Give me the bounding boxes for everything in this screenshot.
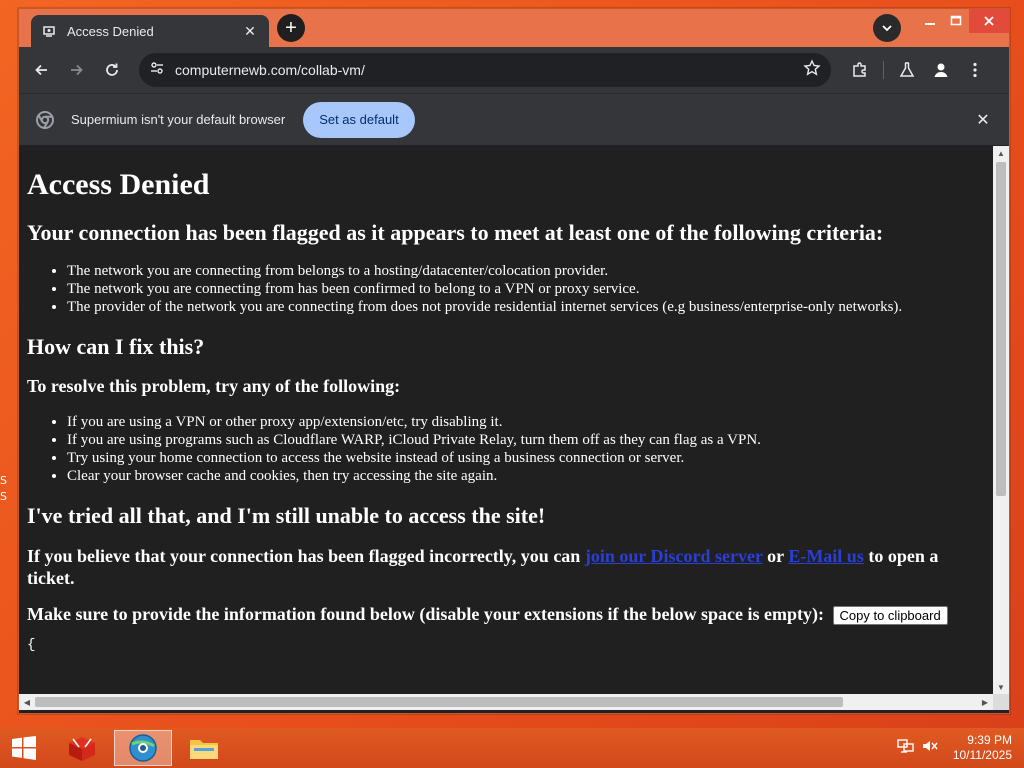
default-browser-infobar: Supermium isn't your default browser Set… xyxy=(19,93,1009,145)
scroll-right-icon[interactable]: ▶ xyxy=(977,694,993,710)
close-icon xyxy=(984,16,994,26)
address-bar[interactable]: computernewb.com/collab-vm/ xyxy=(139,53,831,87)
reload-button[interactable] xyxy=(95,53,129,87)
forward-arrow-icon xyxy=(71,64,83,76)
provide-info-text: Make sure to provide the information fou… xyxy=(27,604,825,624)
flask-icon xyxy=(899,62,915,77)
windows-logo-icon xyxy=(12,736,36,760)
clock-time: 9:39 PM xyxy=(967,733,1012,747)
network-icon[interactable] xyxy=(896,734,916,758)
list-item: Clear your browser cache and cookies, th… xyxy=(67,467,985,485)
browser-toolbar: computernewb.com/collab-vm/ xyxy=(19,47,1009,93)
extensions-button[interactable] xyxy=(843,53,877,87)
browser-app-icon xyxy=(129,734,157,762)
contact-paragraph: If you believe that your connection has … xyxy=(27,545,985,589)
list-item: If you are using programs such as Cloudf… xyxy=(67,431,985,449)
tab-title: Access Denied xyxy=(67,23,154,39)
provide-info-paragraph: Make sure to provide the information fou… xyxy=(27,603,985,626)
toolbar-right xyxy=(843,53,992,87)
still-unable-heading: I've tried all that, and I'm still unabl… xyxy=(27,503,546,528)
system-clock[interactable]: 9:39 PM 10/11/2025 xyxy=(953,733,1012,763)
desktop-edge-text: S xyxy=(0,474,7,487)
taskbar: 9:39 PM 10/11/2025 xyxy=(0,728,1024,768)
horizontal-scroll-thumb[interactable] xyxy=(35,697,843,707)
volume-muted-icon[interactable] xyxy=(920,734,940,758)
red-box-app-icon xyxy=(69,737,95,761)
vertical-scroll-thumb[interactable] xyxy=(996,162,1006,496)
fixes-list: If you are using a VPN or other proxy ap… xyxy=(67,413,985,485)
scrollbar-corner xyxy=(993,694,1009,710)
list-item: Try using your home connection to access… xyxy=(67,449,985,467)
info-json-block: { xyxy=(27,637,36,654)
taskbar-app-browser[interactable] xyxy=(114,730,172,766)
infobar-close-icon[interactable]: ✕ xyxy=(973,110,993,130)
maximize-button[interactable] xyxy=(943,9,969,33)
page-favicon-icon xyxy=(41,23,57,39)
horizontal-scrollbar[interactable]: ◀ ▶ xyxy=(19,694,993,710)
browser-window: Access Denied ✕ + computernewb.com/colla… xyxy=(18,8,1010,714)
taskbar-app-explorer[interactable] xyxy=(178,730,230,766)
list-item: The network you are connecting from has … xyxy=(67,280,985,298)
profile-icon xyxy=(934,63,948,77)
puzzle-icon xyxy=(853,62,866,77)
contact-text-or: or xyxy=(767,546,784,566)
infobar-message: Supermium isn't your default browser xyxy=(71,112,286,127)
fix-heading: How can I fix this? xyxy=(27,334,205,359)
set-as-default-button[interactable]: Set as default xyxy=(303,101,415,138)
site-info-icon[interactable] xyxy=(149,60,165,81)
desktop-edge-text: S xyxy=(0,490,7,503)
labs-button[interactable] xyxy=(890,53,924,87)
email-link[interactable]: E-Mail us xyxy=(788,546,864,566)
maximize-icon xyxy=(950,15,962,26)
start-button[interactable] xyxy=(4,730,44,766)
criteria-list: The network you are connecting from belo… xyxy=(67,262,985,316)
back-arrow-icon xyxy=(35,64,47,76)
back-button[interactable] xyxy=(25,53,59,87)
page-content: Access Denied Your connection has been f… xyxy=(19,146,993,694)
vertical-scrollbar[interactable]: ▲ ▼ xyxy=(993,146,1009,694)
url-text[interactable]: computernewb.com/collab-vm/ xyxy=(175,62,803,78)
scroll-down-icon[interactable]: ▼ xyxy=(993,680,1009,694)
bookmark-star-icon[interactable] xyxy=(803,58,821,82)
clock-date: 10/11/2025 xyxy=(952,748,1012,762)
list-item: The network you are connecting from belo… xyxy=(67,262,985,280)
kebab-menu-icon xyxy=(973,62,977,78)
toolbar-divider xyxy=(883,61,884,79)
discord-link[interactable]: join our Discord server xyxy=(585,546,763,566)
copy-to-clipboard-button[interactable]: Copy to clipboard xyxy=(832,606,948,626)
list-item: The provider of the network you are conn… xyxy=(67,298,985,316)
contact-text-pre: If you believe that your connection has … xyxy=(27,546,581,566)
minimize-icon xyxy=(925,23,935,25)
folder-icon xyxy=(190,740,218,759)
forward-button[interactable] xyxy=(59,53,93,87)
tab-close-icon[interactable]: ✕ xyxy=(241,22,259,40)
chromium-logo-icon xyxy=(35,110,55,130)
profile-button[interactable] xyxy=(924,53,958,87)
scroll-up-icon[interactable]: ▲ xyxy=(993,146,1009,160)
reload-icon xyxy=(106,63,118,76)
tab-access-denied[interactable]: Access Denied ✕ xyxy=(31,15,269,47)
new-tab-button[interactable]: + xyxy=(277,14,305,42)
minimize-button[interactable] xyxy=(917,9,943,33)
menu-button[interactable] xyxy=(958,53,992,87)
taskbar-app-box[interactable] xyxy=(56,730,108,766)
tab-strip: Access Denied ✕ + xyxy=(19,9,1009,47)
resolve-heading: To resolve this problem, try any of the … xyxy=(27,376,401,396)
list-item: If you are using a VPN or other proxy ap… xyxy=(67,413,985,431)
page-title: Access Denied xyxy=(27,168,210,201)
tab-search-button[interactable] xyxy=(873,14,901,42)
chevron-down-icon xyxy=(882,25,892,32)
criteria-heading: Your connection has been flagged as it a… xyxy=(27,220,884,245)
close-window-button[interactable] xyxy=(969,9,1009,33)
scroll-left-icon[interactable]: ◀ xyxy=(19,694,35,710)
